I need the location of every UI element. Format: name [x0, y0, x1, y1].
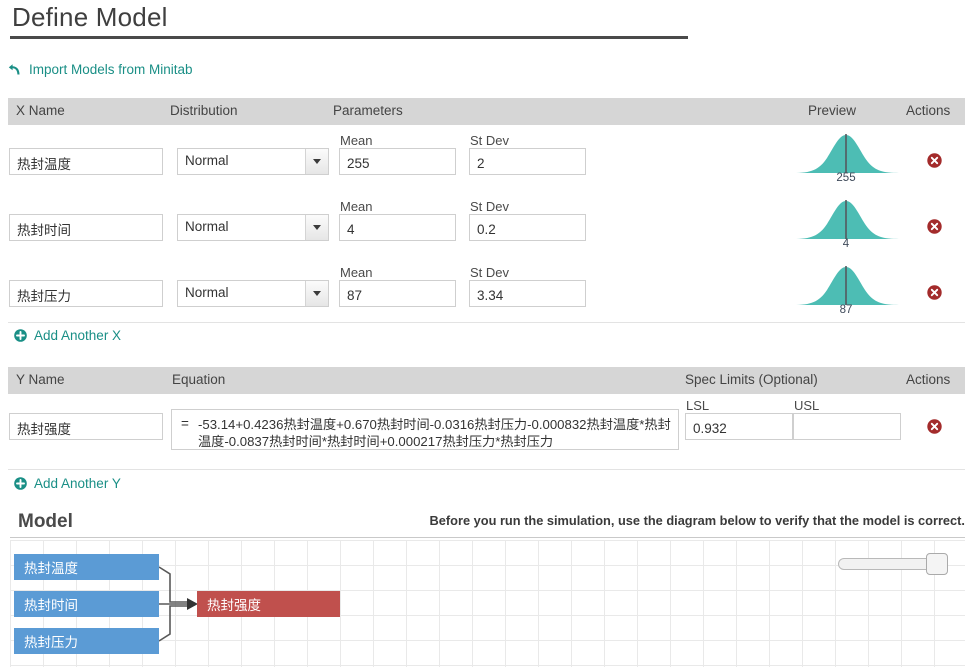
stdev-label: St Dev	[470, 133, 510, 148]
lsl-input[interactable]	[685, 413, 793, 440]
normal-curve-icon	[793, 266, 899, 305]
x-name-input[interactable]	[9, 214, 163, 241]
x-preview-value: 255	[836, 172, 856, 184]
x-mean-input[interactable]	[339, 280, 456, 307]
y-header-spec-limits: Spec Limits (Optional)	[685, 372, 818, 387]
y-header-actions: Actions	[906, 372, 951, 387]
x-distribution-select[interactable]: Normal	[177, 214, 329, 241]
add-another-y-label: Add Another Y	[34, 476, 121, 491]
page-title: Define Model	[12, 2, 168, 32]
model-diagram-canvas[interactable]: 热封温度 热封时间 热封压力 热封强度	[10, 540, 965, 667]
x-row: Normal Mean St Dev 4	[8, 191, 965, 257]
stdev-label: St Dev	[470, 265, 510, 280]
y-equation-box[interactable]: = -53.14+0.4236热封温度+0.670热封时间-0.0316热封压力…	[171, 409, 679, 450]
delete-circle-icon	[927, 219, 942, 234]
x-distribution-preview: 87	[791, 264, 901, 316]
diagram-input-node[interactable]: 热封温度	[14, 554, 159, 580]
x-row: Normal Mean St Dev 87	[8, 257, 965, 323]
lsl-label: LSL	[686, 398, 710, 413]
y-header-name: Y Name	[16, 372, 65, 387]
y-equation-text: -53.14+0.4236热封温度+0.670热封时间-0.0316热封压力-0…	[198, 417, 671, 449]
x-distribution-value: Normal	[185, 219, 229, 234]
delete-circle-icon	[927, 285, 942, 300]
x-mean-input[interactable]	[339, 214, 456, 241]
x-distribution-preview: 255	[791, 132, 901, 184]
diagram-zoom-slider[interactable]	[838, 553, 948, 575]
x-name-input[interactable]	[9, 148, 163, 175]
slider-handle[interactable]	[926, 553, 948, 575]
normal-curve-icon	[793, 134, 899, 173]
delete-x-button[interactable]	[927, 285, 942, 300]
import-arrow-icon	[8, 63, 20, 74]
x-preview-value: 4	[842, 238, 850, 250]
row-divider	[8, 322, 965, 323]
delete-circle-icon	[927, 419, 942, 434]
y-row: = -53.14+0.4236热封温度+0.670热封时间-0.0316热封压力…	[8, 394, 965, 460]
equation-equals-sign: =	[181, 416, 189, 431]
row-divider	[8, 469, 965, 470]
x-header-actions: Actions	[906, 103, 951, 118]
plus-circle-icon	[14, 477, 27, 490]
x-stdev-input[interactable]	[469, 280, 586, 307]
x-table-header: X Name Distribution Parameters Preview A…	[8, 98, 965, 125]
x-header-parameters: Parameters	[333, 103, 403, 118]
add-another-y-button[interactable]: Add Another Y	[14, 476, 121, 491]
chevron-down-icon[interactable]	[305, 281, 328, 306]
normal-curve-icon	[793, 200, 899, 239]
model-divider	[10, 537, 965, 538]
x-stdev-input[interactable]	[469, 148, 586, 175]
slider-track[interactable]	[838, 558, 934, 570]
x-name-input[interactable]	[9, 280, 163, 307]
y-header-equation: Equation	[172, 372, 226, 387]
delete-circle-icon	[927, 153, 942, 168]
model-heading: Model	[18, 511, 73, 532]
x-preview-value: 87	[839, 304, 853, 316]
mean-label: Mean	[340, 199, 373, 214]
y-name-input[interactable]	[9, 413, 163, 440]
delete-x-button[interactable]	[927, 219, 942, 234]
usl-label: USL	[794, 398, 820, 413]
diagram-output-node[interactable]: 热封强度	[197, 591, 340, 617]
chevron-down-icon[interactable]	[305, 215, 328, 240]
import-models-link[interactable]: Import Models from Minitab	[8, 62, 193, 77]
x-distribution-value: Normal	[185, 153, 229, 168]
plus-circle-icon	[14, 329, 27, 342]
x-distribution-select[interactable]: Normal	[177, 148, 329, 175]
diagram-input-node[interactable]: 热封时间	[14, 591, 159, 617]
delete-x-button[interactable]	[927, 153, 942, 168]
x-distribution-value: Normal	[185, 285, 229, 300]
mean-label: Mean	[340, 265, 373, 280]
x-header-distribution: Distribution	[170, 103, 238, 118]
title-divider	[10, 36, 688, 39]
diagram-input-node[interactable]: 热封压力	[14, 628, 159, 654]
x-distribution-preview: 4	[791, 198, 901, 250]
chevron-down-icon[interactable]	[305, 149, 328, 174]
define-model-page: Define Model Import Models from Minitab …	[0, 0, 973, 667]
x-stdev-input[interactable]	[469, 214, 586, 241]
x-row: Normal Mean St Dev 255	[8, 125, 965, 191]
add-another-x-button[interactable]: Add Another X	[14, 328, 121, 343]
mean-label: Mean	[340, 133, 373, 148]
delete-y-button[interactable]	[927, 419, 942, 434]
stdev-label: St Dev	[470, 199, 510, 214]
x-header-name: X Name	[16, 103, 65, 118]
import-models-label: Import Models from Minitab	[29, 62, 193, 77]
x-header-preview: Preview	[808, 103, 857, 118]
model-instruction-note: Before you run the simulation, use the d…	[429, 513, 965, 528]
y-table-header: Y Name Equation Spec Limits (Optional) A…	[8, 367, 965, 394]
add-another-x-label: Add Another X	[34, 328, 122, 343]
x-distribution-select[interactable]: Normal	[177, 280, 329, 307]
usl-input[interactable]	[793, 413, 901, 440]
x-mean-input[interactable]	[339, 148, 456, 175]
